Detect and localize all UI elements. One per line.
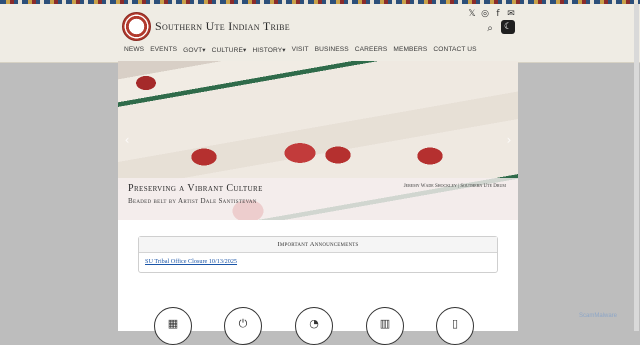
book-icon: ▯	[451, 317, 459, 330]
nav-govt[interactable]: GOVT▾	[183, 46, 206, 54]
announcements-heading: Important Announcements	[139, 237, 497, 253]
calculator-icon: ▦	[167, 317, 179, 330]
photo-credit: Jeremy Wade Shockley | Southern Ute Drum	[403, 184, 506, 189]
gauge-icon: ◔	[309, 317, 319, 330]
tribe-seal-logo[interactable]	[122, 12, 151, 41]
hero-title: Preserving a Vibrant Culture	[128, 183, 263, 194]
announcement-link[interactable]: SU Tribal Office Closure 10/13/2025	[145, 258, 237, 265]
plug-icon: ⏻	[238, 317, 248, 330]
nav-business[interactable]: BUSINESS	[315, 46, 349, 54]
nav-events[interactable]: EVENTS	[150, 46, 177, 54]
hero-carousel: ‹ › Preserving a Vibrant Culture Beaded …	[118, 61, 518, 220]
quick-link-utilities[interactable]: ⏻	[224, 307, 262, 345]
email-icon[interactable]: ✉	[506, 9, 516, 19]
hero-subtitle: Beaded belt by Artist Dale Santistevan	[128, 197, 257, 205]
quick-link-book[interactable]: ▯	[436, 307, 474, 345]
quick-link-calculator[interactable]: ▦	[154, 307, 192, 345]
main-nav: NEWS EVENTS GOVT▾ CULTURE▾ HISTORY▾ VISI…	[124, 46, 477, 54]
building-icon: ▥	[379, 317, 391, 330]
nav-visit[interactable]: VISIT	[292, 46, 309, 54]
dark-mode-toggle[interactable]: ☾	[501, 20, 515, 34]
nav-members[interactable]: MEMBERS	[393, 46, 427, 54]
x-icon[interactable]: 𝕏	[467, 9, 477, 19]
facebook-icon[interactable]: f	[493, 9, 503, 19]
hero-caption: Preserving a Vibrant Culture Beaded belt…	[118, 178, 518, 220]
carousel-prev-icon[interactable]: ‹	[122, 133, 132, 147]
site-title[interactable]: Southern Ute Indian Tribe	[155, 19, 290, 34]
nav-history[interactable]: HISTORY▾	[252, 46, 285, 54]
search-icon[interactable]: ⌕	[483, 22, 497, 36]
nav-contact-us[interactable]: CONTACT US	[433, 46, 476, 54]
carousel-next-icon[interactable]: ›	[504, 133, 514, 147]
quick-link-building[interactable]: ▥	[366, 307, 404, 345]
watermark-text: ScamMalware	[579, 313, 618, 319]
nav-careers[interactable]: CAREERS	[355, 46, 388, 54]
page-scrollbar[interactable]	[634, 4, 639, 331]
instagram-icon[interactable]: ◎	[480, 9, 490, 19]
announcements-card: Important Announcements SU Tribal Office…	[138, 236, 498, 273]
site-header: Southern Ute Indian Tribe 𝕏 ◎ f ✉ ⌕ ☾ NE…	[0, 4, 640, 63]
quick-link-gauge[interactable]: ◔	[295, 307, 333, 345]
nav-culture[interactable]: CULTURE▾	[212, 46, 247, 54]
nav-news[interactable]: NEWS	[124, 46, 144, 54]
